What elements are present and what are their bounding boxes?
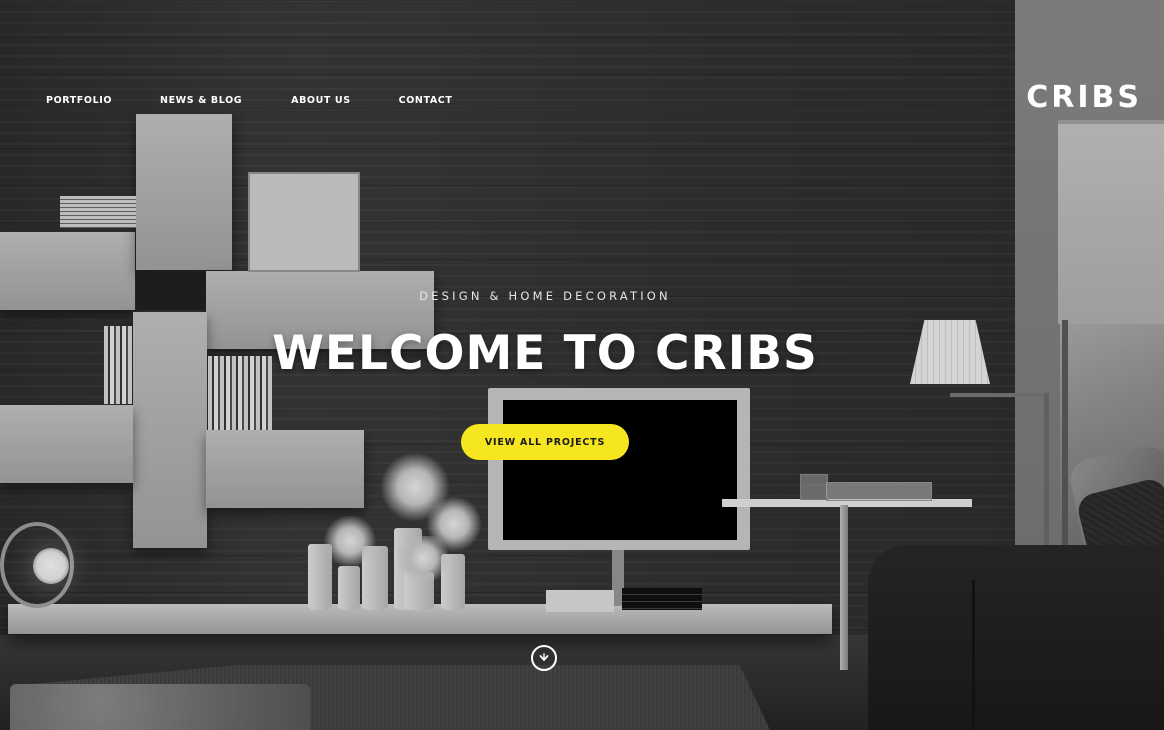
main-nav: PORTFOLIO NEWS & BLOG ABOUT US CONTACT — [46, 95, 500, 106]
hero-section: PORTFOLIO NEWS & BLOG ABOUT US CONTACT C… — [0, 0, 1164, 730]
nav-item-portfolio[interactable]: PORTFOLIO — [46, 95, 112, 106]
nav-item-news-blog[interactable]: NEWS & BLOG — [160, 95, 242, 106]
scroll-down-button[interactable] — [531, 645, 557, 671]
nav-item-about-us[interactable]: ABOUT US — [291, 95, 351, 106]
nav-item-contact[interactable]: CONTACT — [399, 95, 453, 106]
chevron-down-icon — [538, 652, 550, 664]
view-all-projects-button[interactable]: VIEW ALL PROJECTS — [461, 424, 629, 460]
view-all-projects-label: VIEW ALL PROJECTS — [484, 436, 606, 448]
hero-tagline: DESIGN & HOME DECORATION — [419, 289, 671, 303]
hero-headline: WELCOME TO CRIBS — [272, 326, 818, 381]
brand-logo[interactable]: CRIBS — [1026, 80, 1142, 115]
